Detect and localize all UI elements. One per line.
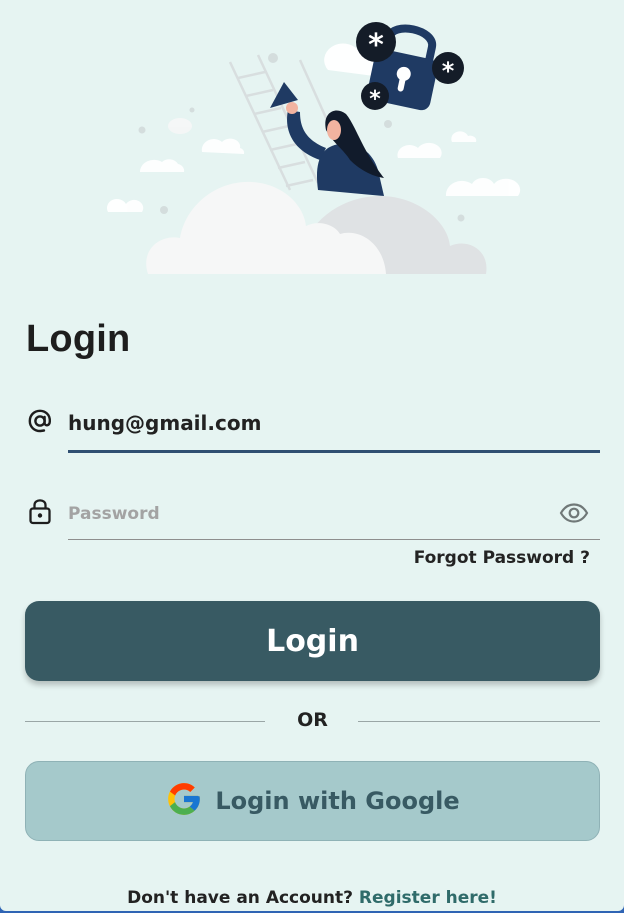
svg-text:*: * [369, 87, 381, 112]
svg-text:*: * [442, 57, 455, 85]
lock-icon [26, 497, 54, 525]
at-sign-icon [26, 407, 54, 435]
divider-text: OR [297, 709, 328, 731]
email-underline [68, 450, 600, 453]
password-input[interactable] [68, 495, 600, 533]
register-prompt-text: Don't have an Account? [127, 888, 359, 908]
login-button[interactable]: Login [25, 601, 600, 681]
login-illustration: * * * [106, 22, 521, 274]
register-prompt: Don't have an Account? Register here! [0, 888, 624, 908]
google-g-icon [165, 780, 203, 823]
register-link[interactable]: Register here! [359, 888, 497, 908]
forgot-password-link[interactable]: Forgot Password ? [414, 548, 590, 568]
svg-text:*: * [368, 28, 384, 63]
divider-line-left [25, 721, 265, 722]
google-login-button[interactable]: Login with Google [25, 761, 600, 841]
login-screen: * * * Login hung@gmail.com Forgot Passwo… [0, 0, 624, 911]
password-underline [68, 539, 600, 540]
google-button-label: Login with Google [215, 787, 460, 815]
eye-icon[interactable] [558, 497, 590, 529]
or-divider: OR [25, 705, 600, 737]
email-input[interactable] [68, 403, 600, 443]
email-field-group [26, 403, 600, 455]
password-field-group [26, 495, 600, 543]
divider-line-right [358, 721, 600, 722]
page-title: Login [26, 318, 131, 360]
